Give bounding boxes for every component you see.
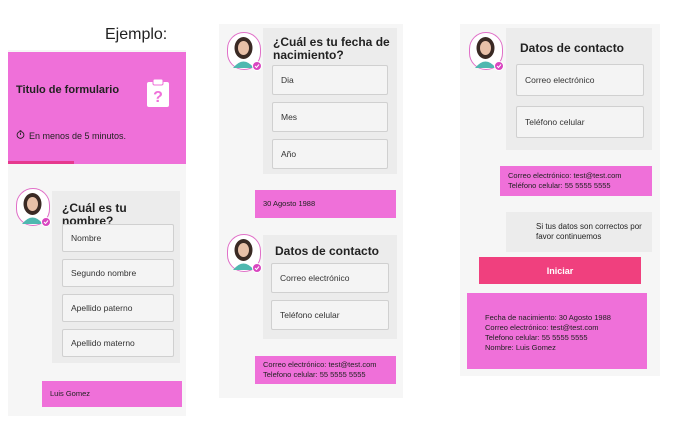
form-screen-2: ¿Cuál es tu fecha de nacimiento? Dia Mes… [219,24,403,398]
answer-email: Correo electrónico: test@test.com [508,171,622,180]
start-button[interactable]: Iniciar [479,257,641,284]
contact-card: Datos de contacto Correo electrónico Tel… [263,235,397,339]
time-note: En menos de 5 minutos. [16,130,126,141]
answer-text: 30 Agosto 1988 [263,199,316,208]
checkmark-badge-icon [252,61,262,71]
avatar [469,32,504,71]
summary-email: Correo electrónico: test@test.com [485,323,599,332]
checkmark-badge-icon [252,263,262,273]
confirm-text: Si tus datos son correctos por favor con… [536,222,642,241]
question-title: ¿Cuál es tu fecha de nacimiento? [273,35,390,62]
contact-title: Datos de contacto [520,41,625,55]
month-field[interactable]: Mes [272,102,388,132]
answer-text: Luis Gomez [50,389,91,398]
svg-text:?: ? [153,89,163,106]
summary-bubble: Fecha de nacimiento: 30 Agosto 1988 Corr… [467,293,647,369]
phone-field[interactable]: Teléfono celular [271,300,389,330]
time-note-text: En menos de 5 minutos. [29,130,127,141]
checkmark-badge-icon [41,217,51,227]
form-header: Titulo de formulario ? En menos de 5 min… [8,52,186,164]
form-screen-3: Datos de contacto Correo electrónico Tel… [460,24,660,376]
stopwatch-icon [16,130,25,141]
progress-bar [8,161,74,164]
year-field[interactable]: Año [272,139,388,169]
contact-title: Datos de contacto [275,244,380,258]
phone-field[interactable]: Teléfono celular [516,106,644,138]
example-caption: Ejemplo: [105,26,168,43]
checkmark-badge-icon [494,61,504,71]
answer-bubble-name: Luis Gomez [42,381,182,407]
maternal-surname-field[interactable]: Apellido materno [62,329,174,357]
middle-name-field[interactable]: Segundo nombre [62,259,174,287]
confirm-message: Si tus datos son correctos por favor con… [506,212,652,252]
day-field[interactable]: Dia [272,65,388,95]
paternal-surname-field[interactable]: Apellido paterno [62,294,174,322]
answer-bubble-contact: Correo electrónico: test@test.com Teléfo… [500,166,652,196]
avatar [227,32,262,71]
form-title: Titulo de formulario [16,84,120,96]
avatar [227,234,262,273]
question-card-birthdate: ¿Cuál es tu fecha de nacimiento? Dia Mes… [263,28,397,174]
clipboard-question-icon: ? [146,78,170,108]
email-field[interactable]: Correo electrónico [271,263,389,293]
contact-card: Datos de contacto Correo electrónico Tel… [506,28,652,150]
summary-name: Nombre: Luis Gomez [485,343,556,352]
form-screen-1: Titulo de formulario ? En menos de 5 min… [8,50,186,416]
answer-bubble-contact: Correo electrónico: test@test.com Telefo… [255,356,396,384]
avatar [16,188,51,227]
summary-birthdate: Fecha de nacimiento: 30 Agosto 1988 [485,313,611,322]
answer-phone: Teléfono celular: 55 5555 5555 [508,181,611,190]
answer-bubble-birthdate: 30 Agosto 1988 [255,190,396,218]
question-card-name: ¿Cuál es tu nombre? Nombre Segundo nombr… [52,191,180,363]
email-field[interactable]: Correo electrónico [516,64,644,96]
answer-phone: Telefono celular: 55 5555 5555 [263,370,366,379]
summary-phone: Telefono celular: 55 5555 5555 [485,333,588,342]
first-name-field[interactable]: Nombre [62,224,174,252]
answer-email: Correo electrónico: test@test.com [263,360,377,369]
